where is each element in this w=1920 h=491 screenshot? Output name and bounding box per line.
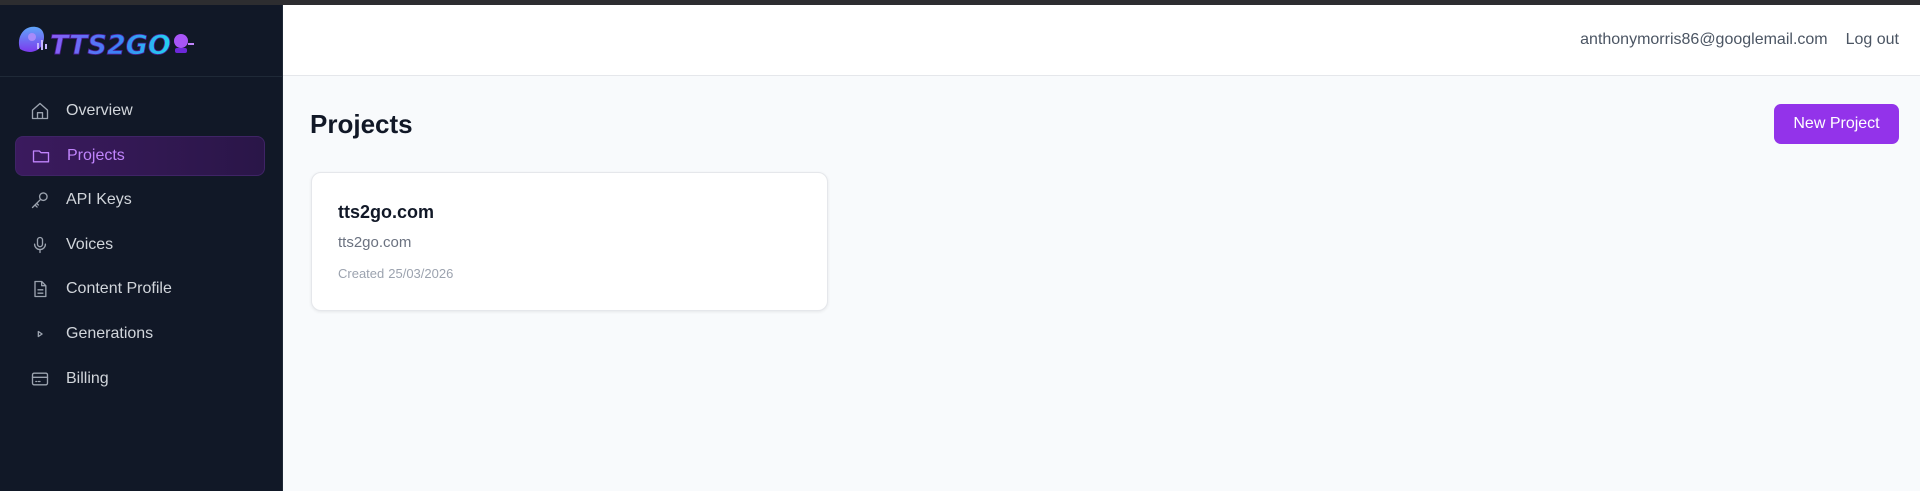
main-content: anthonymorris86@googlemail.com Log out P… [283,5,1920,491]
project-name: tts2go.com [338,202,435,222]
play-icon [29,323,51,345]
sidebar-item-billing[interactable]: Billing [15,359,265,399]
top-header: anthonymorris86@googlemail.com Log out [283,5,1920,76]
sidebar-item-label: Content Profile [66,280,172,298]
sidebar-item-label: Generations [66,324,154,342]
sidebar-item-label: Projects [67,146,125,164]
sidebar-item-voices[interactable]: Voices [15,225,265,265]
microphone-icon [29,234,51,256]
sidebar-item-generations[interactable]: Generations [15,314,265,354]
credit-card-icon [29,368,51,390]
sidebar: TTS2GO Overview Projects API Keys Voices… [0,5,283,491]
created-date: 25/03/2026 [388,266,454,281]
new-project-button[interactable]: New Project [1774,104,1899,144]
page-title: Projects [310,109,413,139]
home-icon [29,100,51,122]
document-icon [29,278,51,300]
logo-wordmark: TTS2GO [50,30,171,61]
project-domain: tts2go.com [338,234,412,251]
project-card[interactable]: tts2go.com tts2go.com Created 25/03/2026 [311,172,828,311]
folder-icon [30,145,52,167]
sidebar-item-overview[interactable]: Overview [15,91,265,131]
logo[interactable]: TTS2GO [0,5,282,77]
sidebar-item-projects[interactable]: Projects [15,135,265,176]
sidebar-item-label: Overview [66,102,133,119]
user-email: anthonymorris86@googlemail.com [1580,31,1828,48]
sidebar-item-label: Voices [66,235,114,253]
sidebar-item-api-keys[interactable]: API Keys [15,180,265,220]
key-icon [29,189,51,211]
sidebar-item-content-profile[interactable]: Content Profile [15,269,265,309]
project-created: Created 25/03/2026 [338,266,801,281]
sidebar-item-label: API Keys [66,191,132,209]
sidebar-item-label: Billing [66,369,109,387]
created-label: Created [338,266,385,281]
logout-link[interactable]: Log out [1846,31,1899,49]
tts2go-logo: TTS2GO [18,26,194,61]
sidebar-nav: Overview Projects API Keys Voices Conten… [0,77,282,399]
